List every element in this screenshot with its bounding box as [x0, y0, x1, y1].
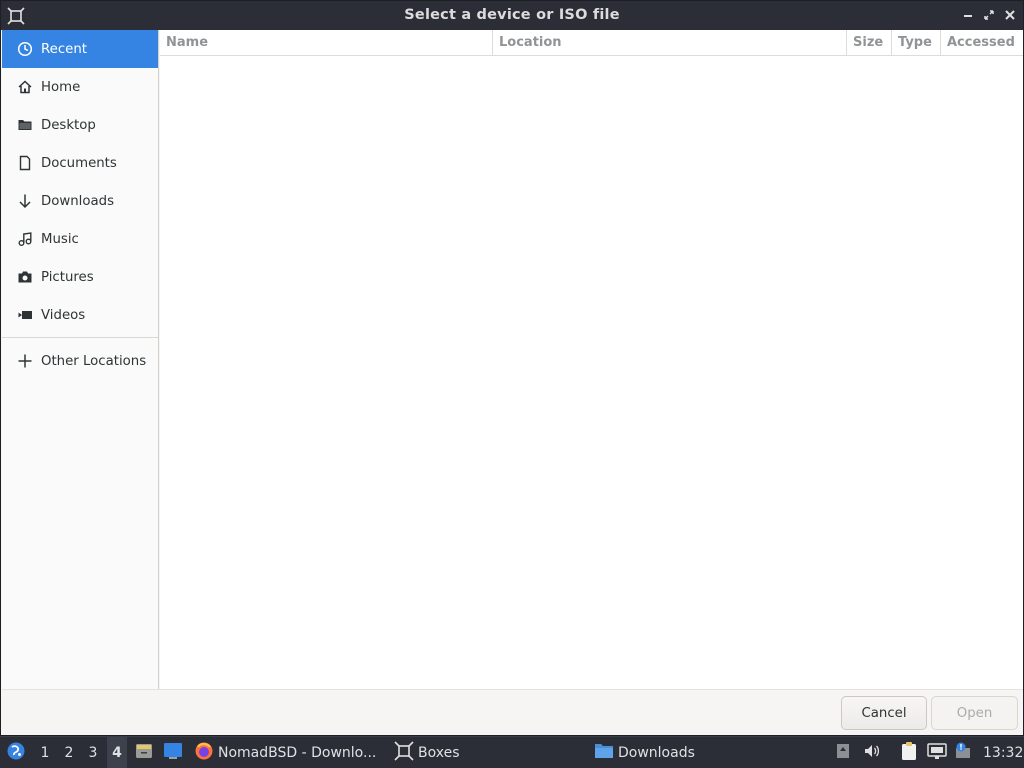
plus-icon: [16, 352, 34, 370]
sidebar-item-label: Videos: [41, 307, 86, 323]
minimize-icon[interactable]: [959, 6, 977, 24]
recent-icon: [16, 40, 34, 58]
desktop-icon: [163, 742, 183, 764]
window-title: Select a device or ISO file: [404, 7, 620, 23]
task-label: NomadBSD - Downlo...: [218, 745, 377, 761]
document-icon: [16, 154, 34, 172]
network-icon: [927, 742, 947, 764]
nomadbsd-logo-icon: [6, 741, 26, 765]
tray-volume[interactable]: [862, 737, 882, 768]
sidebar-item-label: Desktop: [41, 117, 96, 133]
camera-icon: [16, 268, 34, 286]
sidebar-item-pictures[interactable]: Pictures: [2, 258, 158, 296]
home-icon: [16, 78, 34, 96]
firefox-icon: [194, 741, 214, 765]
workspace-4[interactable]: 4: [107, 737, 127, 768]
download-arrow-icon: [16, 192, 34, 210]
task-boxes[interactable]: Boxes: [394, 737, 474, 768]
music-icon: [16, 230, 34, 248]
file-manager-launcher[interactable]: [134, 737, 154, 768]
close-icon[interactable]: [1001, 6, 1019, 24]
sidebar-item-downloads[interactable]: Downloads: [2, 182, 158, 220]
sidebar-separator: [2, 337, 158, 338]
title-bar[interactable]: Select a device or ISO file: [1, 1, 1023, 30]
video-icon: [16, 306, 34, 324]
tray-network[interactable]: [926, 737, 948, 768]
workspace-3[interactable]: 3: [83, 737, 103, 768]
file-list-view[interactable]: Name Location Size Type Accessed: [160, 30, 1023, 689]
tray-updates[interactable]: [834, 737, 852, 768]
drawer-icon: [135, 742, 153, 764]
folder-icon: [594, 742, 614, 764]
maximize-icon[interactable]: [980, 6, 998, 24]
column-header-type[interactable]: Type: [892, 30, 941, 55]
start-menu-button[interactable]: [4, 737, 28, 768]
workspace-1[interactable]: 1: [35, 737, 55, 768]
sidebar-item-other-locations[interactable]: Other Locations: [2, 340, 158, 382]
sidebar-item-videos[interactable]: Videos: [2, 296, 158, 334]
sidebar-item-desktop[interactable]: Desktop: [2, 106, 158, 144]
task-label: Boxes: [418, 745, 460, 761]
clock[interactable]: 13:32: [983, 737, 1023, 768]
dialog-action-bar: Cancel Open: [2, 689, 1023, 735]
sidebar-item-documents[interactable]: Documents: [2, 144, 158, 182]
sidebar-item-label: Music: [41, 231, 79, 247]
sidebar-item-label: Recent: [41, 41, 87, 57]
task-downloads[interactable]: Downloads: [594, 737, 704, 768]
folder-icon: [16, 116, 34, 134]
sidebar-item-label: Downloads: [41, 193, 115, 209]
sidebar-item-label: Documents: [41, 155, 117, 171]
sidebar-item-music[interactable]: Music: [2, 220, 158, 258]
sidebar-item-label: Other Locations: [41, 353, 147, 369]
tray-notifications[interactable]: [952, 737, 974, 768]
boxes-icon: [394, 741, 414, 765]
column-header-size[interactable]: Size: [847, 30, 892, 55]
clipboard-icon: [900, 741, 918, 765]
places-sidebar: Recent Home Desktop Documents Downloads: [2, 30, 159, 689]
sidebar-item-recent[interactable]: Recent: [2, 30, 158, 68]
file-chooser-window: Select a device or ISO file Recent Home: [0, 0, 1024, 736]
open-button[interactable]: Open: [931, 696, 1018, 730]
speaker-icon: [863, 742, 881, 764]
column-headers: Name Location Size Type Accessed: [160, 30, 1023, 56]
column-header-location[interactable]: Location: [493, 30, 847, 55]
tray-clipboard[interactable]: [899, 737, 919, 768]
show-desktop-launcher[interactable]: [162, 737, 184, 768]
sidebar-item-home[interactable]: Home: [2, 68, 158, 106]
sidebar-item-label: Pictures: [41, 269, 94, 285]
sidebar-item-label: Home: [41, 79, 81, 95]
workspace-2[interactable]: 2: [59, 737, 79, 768]
taskbar: 1 2 3 4 NomadBSD - Downlo... Boxes Downl…: [0, 736, 1024, 768]
task-firefox[interactable]: NomadBSD - Downlo...: [194, 737, 380, 768]
column-header-accessed[interactable]: Accessed: [941, 30, 1023, 55]
cancel-button[interactable]: Cancel: [841, 696, 927, 730]
column-header-name[interactable]: Name: [160, 30, 493, 55]
package-icon: [835, 742, 851, 764]
notification-icon: [953, 742, 973, 764]
task-label: Downloads: [618, 745, 695, 761]
